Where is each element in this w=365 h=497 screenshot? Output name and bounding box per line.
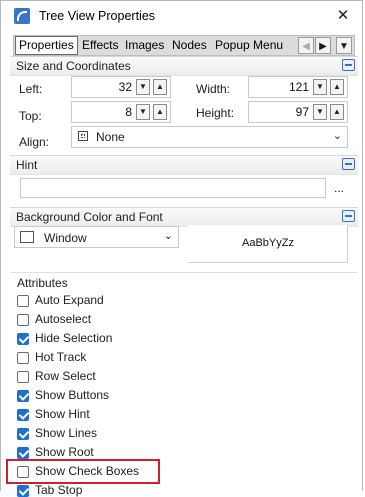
properties-window: Tree View Properties ✕ Properties Effect…: [0, 0, 363, 497]
width-value[interactable]: 121: [289, 80, 309, 94]
attributes-divider: [10, 272, 358, 273]
width-spinner[interactable]: 121 ▼ ▲: [248, 76, 348, 98]
width-label: Width:: [196, 82, 231, 96]
checkbox-hide-selection[interactable]: [17, 333, 29, 345]
top-label: Top:: [19, 109, 42, 123]
title-bar: Tree View Properties ✕: [1, 1, 362, 31]
background-title: Background Color and Font: [16, 210, 163, 224]
checkbox-hot-track[interactable]: [17, 352, 29, 364]
app-icon: [14, 8, 30, 24]
top-dropdown-icon[interactable]: ▼: [136, 104, 150, 120]
attribute-label[interactable]: Autoselect: [35, 312, 91, 326]
checkbox-show-lines[interactable]: [17, 428, 29, 440]
attribute-label[interactable]: Auto Expand: [35, 293, 104, 307]
height-increment-icon[interactable]: ▲: [330, 104, 344, 120]
attribute-label[interactable]: Hide Selection: [35, 331, 112, 345]
hint-title: Hint: [16, 158, 38, 172]
checkbox-show-root[interactable]: [17, 447, 29, 459]
background-color-value: Window: [44, 231, 87, 245]
tab-strip: Properties Effects Images Nodes Popup Me…: [13, 35, 355, 56]
hint-header: Hint: [10, 155, 358, 175]
tab-popup-menu[interactable]: Popup Menu: [212, 37, 286, 54]
align-label: Align:: [19, 135, 50, 149]
left-value[interactable]: 32: [119, 80, 132, 94]
tab-properties[interactable]: Properties: [15, 36, 78, 55]
width-dropdown-icon[interactable]: ▼: [313, 79, 327, 95]
font-preview-text: AaBbYyZz: [242, 237, 294, 249]
color-chevron-down-icon[interactable]: ⌄: [164, 229, 173, 242]
align-chevron-down-icon[interactable]: ⌄: [333, 129, 342, 142]
checkbox-tab-stop[interactable]: [17, 485, 29, 497]
close-button[interactable]: ✕: [331, 5, 355, 27]
tab-scroll-right-icon[interactable]: ▶: [315, 37, 331, 54]
checkbox-show-buttons[interactable]: [17, 390, 29, 402]
attribute-label[interactable]: Hot Track: [35, 350, 86, 364]
hint-input[interactable]: [20, 178, 326, 198]
height-label: Height:: [196, 106, 235, 120]
height-spinner[interactable]: 97 ▼ ▲: [248, 101, 348, 123]
left-dropdown-icon[interactable]: ▼: [136, 79, 150, 95]
color-swatch: [20, 231, 34, 243]
align-select[interactable]: None ⌄: [71, 126, 348, 148]
checkbox-auto-expand[interactable]: [17, 295, 29, 307]
size-coordinates-header: Size and Coordinates: [10, 56, 358, 76]
background-header: Background Color and Font: [10, 207, 358, 227]
width-increment-icon[interactable]: ▲: [330, 79, 344, 95]
hint-edit-button[interactable]: ...: [334, 181, 344, 195]
highlight-box: [6, 459, 160, 484]
top-spinner[interactable]: 8 ▼ ▲: [71, 101, 171, 123]
left-label: Left:: [19, 82, 43, 96]
tab-list-dropdown-icon[interactable]: ▼: [336, 37, 352, 54]
attribute-label[interactable]: Show Lines: [35, 426, 97, 440]
top-increment-icon[interactable]: ▲: [153, 104, 167, 120]
background-color-select[interactable]: Window ⌄: [14, 226, 179, 248]
left-spinner[interactable]: 32 ▼ ▲: [71, 76, 171, 98]
checkbox-show-hint[interactable]: [17, 409, 29, 421]
tab-images[interactable]: Images: [122, 37, 167, 54]
attribute-label[interactable]: Show Buttons: [35, 388, 109, 402]
height-dropdown-icon[interactable]: ▼: [313, 104, 327, 120]
size-coordinates-title: Size and Coordinates: [16, 59, 131, 73]
left-increment-icon[interactable]: ▲: [153, 79, 167, 95]
tab-effects[interactable]: Effects: [79, 37, 121, 54]
attribute-label[interactable]: Row Select: [35, 369, 96, 383]
font-preview[interactable]: AaBbYyZz: [188, 225, 348, 263]
attribute-label[interactable]: Show Hint: [35, 407, 90, 421]
collapse-hint-icon[interactable]: [342, 158, 355, 170]
attributes-title: Attributes: [17, 276, 68, 290]
checkbox-autoselect[interactable]: [17, 314, 29, 326]
collapse-background-icon[interactable]: [342, 210, 355, 222]
tab-nodes[interactable]: Nodes: [169, 37, 210, 54]
checkbox-row-select[interactable]: [17, 371, 29, 383]
align-value: None: [96, 130, 125, 144]
window-title: Tree View Properties: [39, 9, 156, 23]
top-value[interactable]: 8: [125, 105, 132, 119]
align-none-icon: [78, 131, 88, 141]
attribute-label[interactable]: Show Root: [35, 445, 94, 459]
attribute-label[interactable]: Tab Stop: [35, 483, 82, 497]
tab-scroll-left-icon[interactable]: ◀: [298, 37, 314, 54]
height-value[interactable]: 97: [296, 105, 309, 119]
collapse-size-icon[interactable]: [342, 59, 355, 71]
